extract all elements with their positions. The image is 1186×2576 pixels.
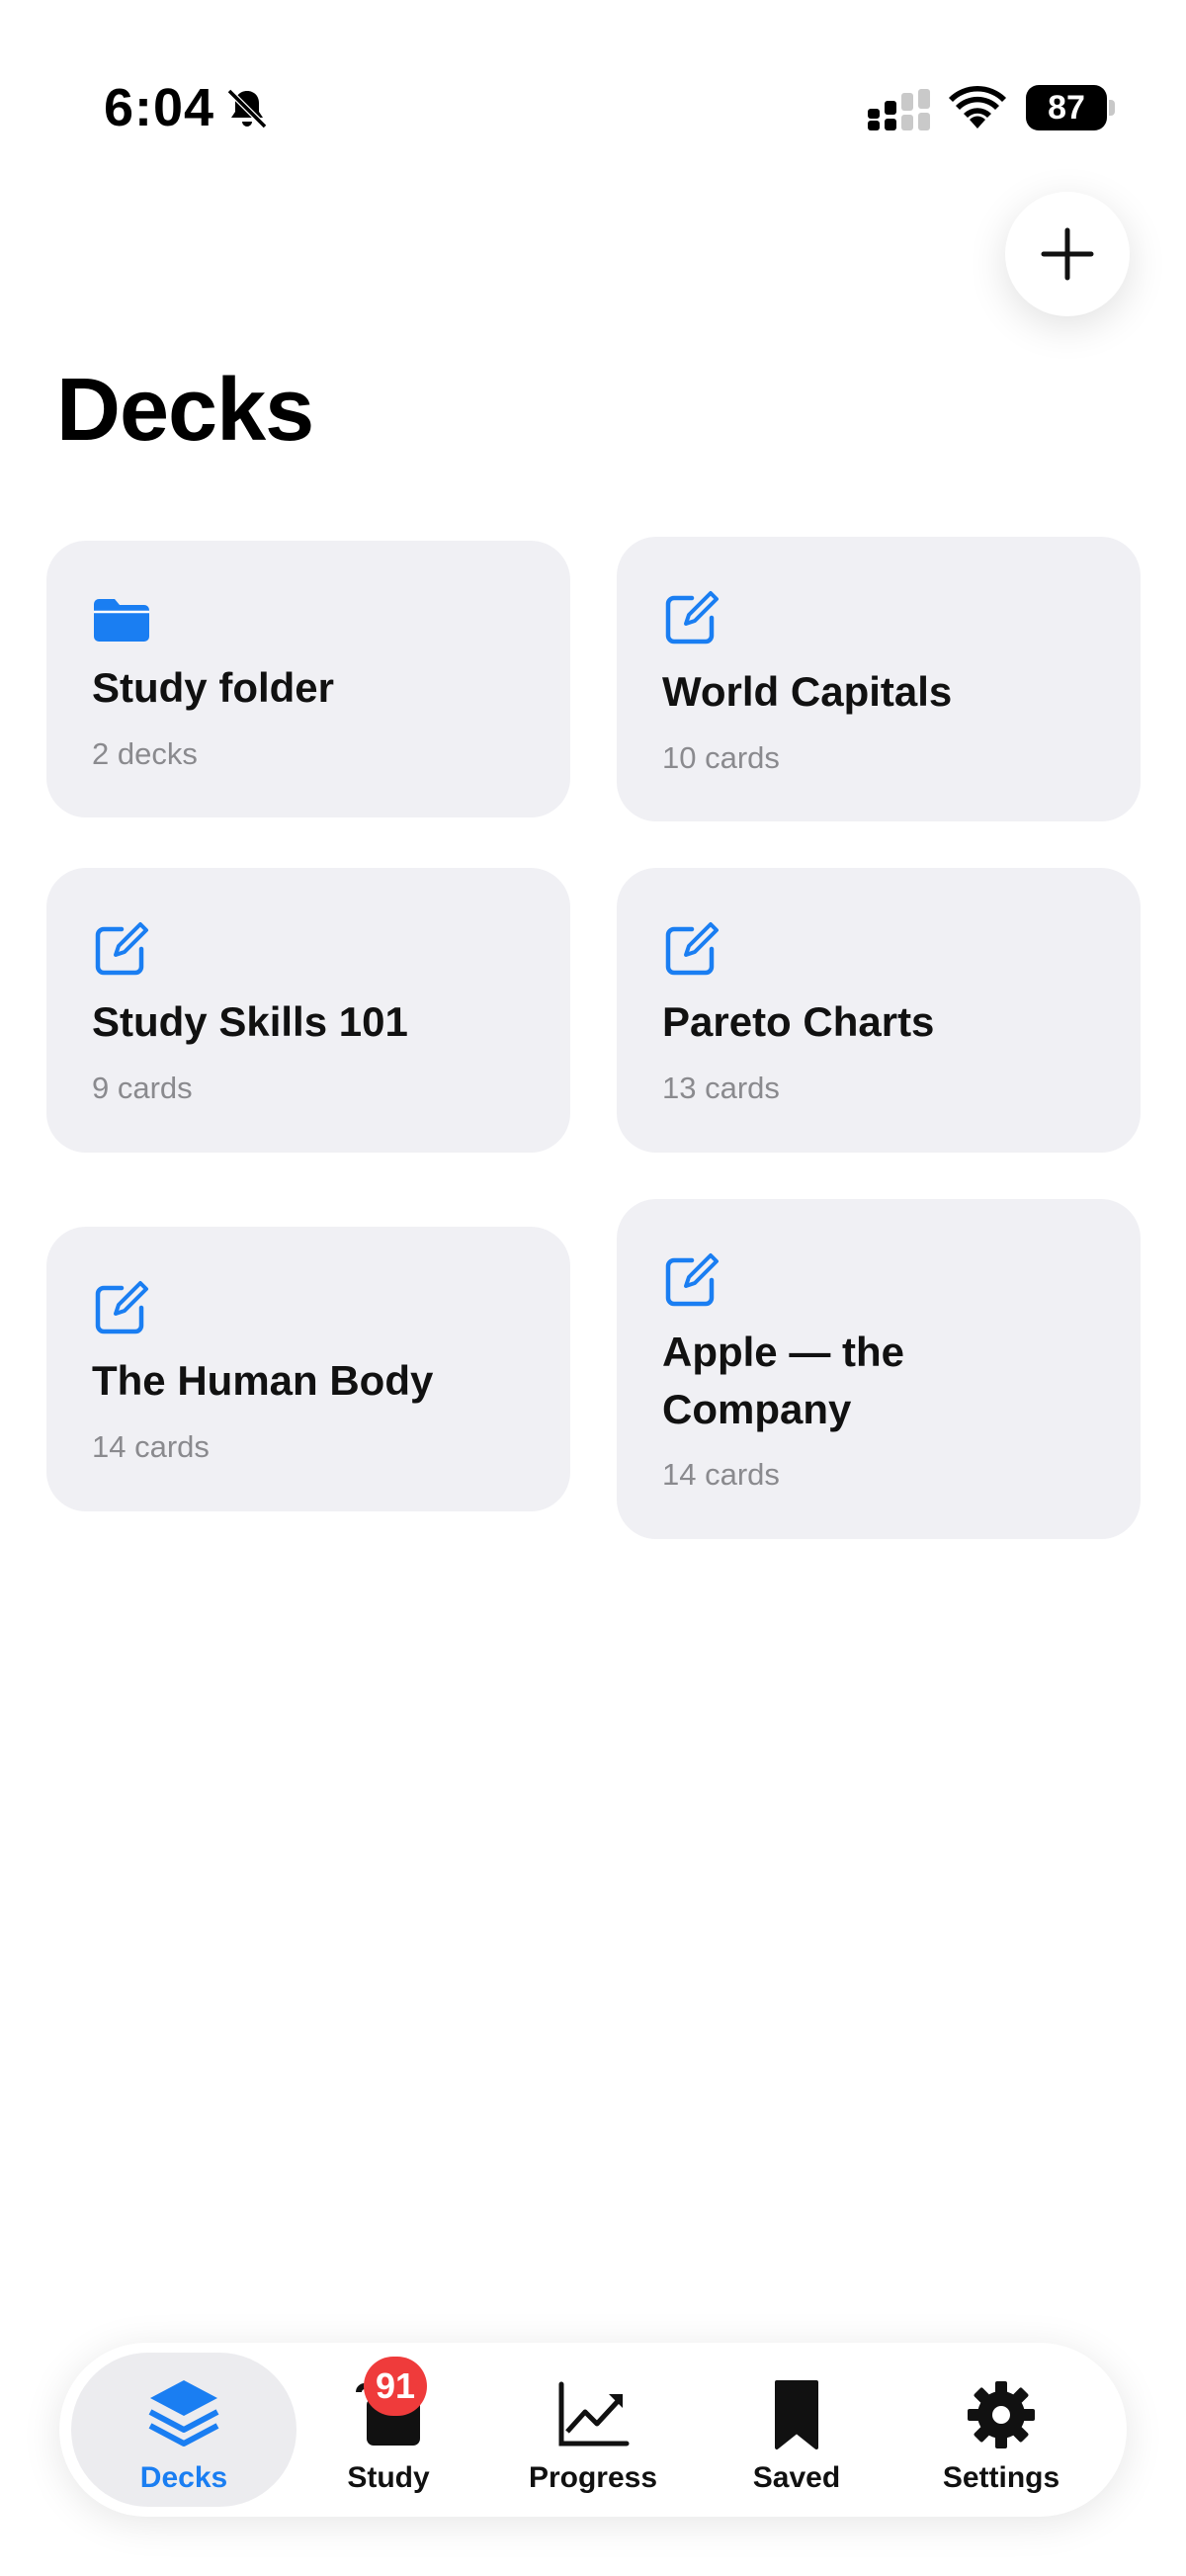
- chart-icon: [558, 2381, 630, 2447]
- tab-label: Saved: [752, 2461, 841, 2494]
- deck-title: World Capitals: [662, 668, 953, 715]
- tab-decks[interactable]: Decks: [71, 2353, 296, 2507]
- tab-settings[interactable]: Settings: [902, 2353, 1100, 2507]
- edit-icon: [95, 922, 148, 976]
- battery-level: 87: [1026, 85, 1107, 130]
- edit-icon: [665, 591, 719, 644]
- deck-count: 10 cards: [662, 740, 780, 775]
- edit-icon: [95, 1281, 148, 1334]
- page-title: Decks: [56, 361, 314, 460]
- signal-icon: [868, 89, 930, 130]
- deck-card-study-folder[interactable]: Study folder 2 decks: [46, 541, 570, 817]
- deck-title: Apple — the Company: [662, 1329, 905, 1432]
- edit-icon: [665, 922, 719, 976]
- gear-icon: [968, 2381, 1035, 2448]
- deck-count: 14 cards: [662, 1457, 780, 1492]
- tab-label: Decks: [139, 2461, 228, 2494]
- tab-label: Progress: [528, 2461, 658, 2494]
- deck-count: 13 cards: [662, 1071, 780, 1105]
- deck-count: 9 cards: [92, 1071, 193, 1105]
- deck-card-apple-company[interactable]: Apple — the Company 14 cards: [617, 1199, 1141, 1539]
- tab-saved[interactable]: Saved: [698, 2353, 895, 2507]
- deck-title: The Human Body: [92, 1357, 434, 1404]
- tab-label: Study: [347, 2461, 430, 2494]
- tab-progress[interactable]: Progress: [494, 2353, 692, 2507]
- folder-icon: [94, 599, 149, 642]
- stack-icon: [148, 2380, 219, 2447]
- deck-title: Study folder: [92, 664, 335, 711]
- deck-card-human-body[interactable]: The Human Body 14 cards: [46, 1227, 570, 1511]
- bookmark-icon: [775, 2380, 818, 2449]
- battery-indicator: 87: [1026, 85, 1115, 130]
- deck-title: Study Skills 101: [92, 998, 408, 1045]
- battery-nub: [1109, 100, 1115, 116]
- deck-card-study-skills[interactable]: Study Skills 101 9 cards: [46, 868, 570, 1153]
- tab-label: Settings: [942, 2461, 1060, 2494]
- plus-icon: [1041, 227, 1094, 281]
- deck-count: 14 cards: [92, 1429, 210, 1464]
- status-time: 6:04: [104, 78, 215, 137]
- study-badge: 91: [364, 2357, 427, 2416]
- deck-count: 2 decks: [92, 736, 198, 771]
- deck-card-pareto-charts[interactable]: Pareto Charts 13 cards: [617, 868, 1141, 1153]
- bell-muted-icon: [226, 88, 268, 129]
- add-deck-button[interactable]: [1005, 192, 1130, 316]
- edit-icon: [665, 1253, 719, 1307]
- deck-card-world-capitals[interactable]: World Capitals 10 cards: [617, 537, 1141, 821]
- tab-bar: Decks Study Progress Saved Settings: [59, 2343, 1127, 2517]
- deck-title: Pareto Charts: [662, 998, 935, 1045]
- wifi-icon: [949, 85, 1006, 129]
